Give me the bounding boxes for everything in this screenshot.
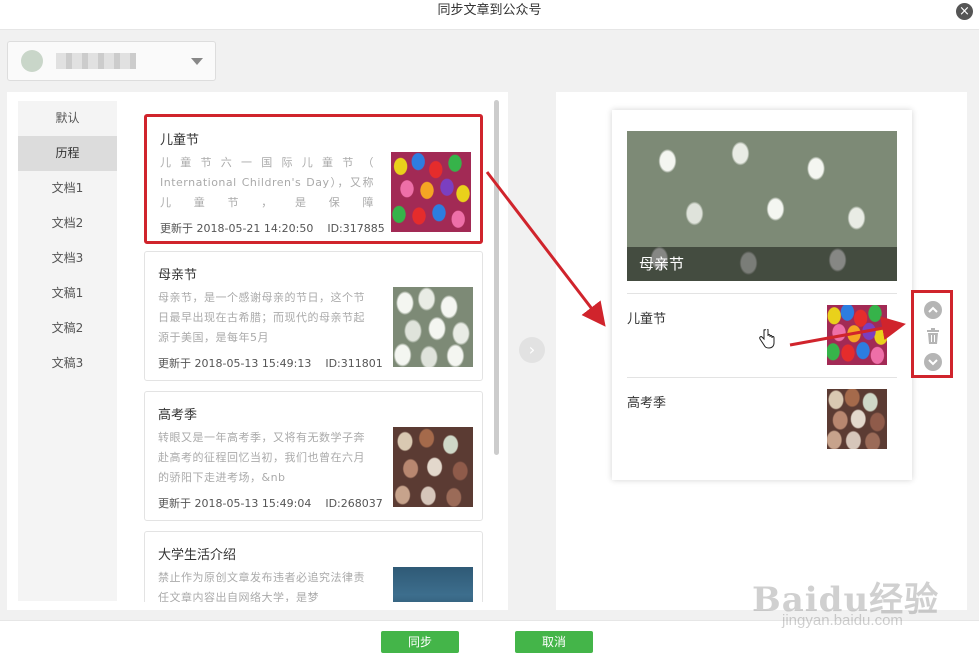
article-title: 高考季	[158, 408, 198, 423]
article-digest: 转眼又是一年高考季，又将有无数学子奔赴高考的征程回忆当初，我们也曾在六月的骄阳下…	[158, 431, 365, 484]
account-dropdown[interactable]: ▪▪▪▪▪▪	[7, 41, 216, 81]
hand-cursor-icon	[759, 328, 775, 354]
category-item-doc3[interactable]: 文档3	[18, 241, 117, 276]
account-name: ▪▪▪▪▪▪	[56, 53, 136, 69]
category-item-default[interactable]: 默认	[18, 101, 117, 136]
article-thumbnail	[393, 567, 473, 602]
watermark: Baidu经验 jingyan.baidu.com	[752, 572, 939, 629]
article-updated: 更新于 2018-05-13 15:49:04	[158, 497, 312, 510]
chevron-right-icon[interactable]: ›	[519, 337, 545, 363]
preview-item-thumbnail	[827, 389, 887, 449]
category-item-doc2[interactable]: 文档2	[18, 206, 117, 241]
article-card[interactable]: 儿童节 儿 童 节 六 一 国 际 儿 童 节 （ International …	[144, 114, 483, 244]
category-item-doc1[interactable]: 文档1	[18, 171, 117, 206]
article-digest: 母亲节，是一个感谢母亲的节日，这个节日最早出现在古希腊；而现代的母亲节起源于美国…	[158, 291, 365, 344]
article-id: ID:268037	[325, 497, 383, 510]
article-thumbnail	[391, 152, 471, 232]
article-id: ID:311801	[325, 357, 383, 370]
article-meta: 更新于 2018-05-13 15:49:13 ID:311801	[158, 355, 383, 371]
article-updated: 更新于 2018-05-13 15:49:13	[158, 357, 312, 370]
category-item-draft2[interactable]: 文稿2	[18, 311, 117, 346]
cover-title: 母亲节	[627, 247, 897, 281]
category-item-history[interactable]: 历程	[18, 136, 117, 171]
up-chevron-icon[interactable]	[924, 301, 942, 319]
window-title: 同步文章到公众号	[437, 3, 542, 18]
article-title: 大学生活介绍	[158, 548, 237, 563]
item-controls	[911, 290, 953, 378]
article-title: 母亲节	[158, 268, 198, 283]
article-updated: 更新于 2018-05-21 14:20:50	[160, 222, 314, 235]
cancel-button[interactable]: 取消	[515, 631, 593, 653]
category-item-draft3[interactable]: 文稿3	[18, 346, 117, 381]
trash-icon[interactable]	[924, 327, 942, 345]
article-list: 儿童节 儿 童 节 六 一 国 际 儿 童 节 （ International …	[144, 92, 485, 602]
preview-item-thumbnail	[827, 305, 887, 365]
category-list: 默认 历程 文档1 文档2 文档3 文稿1 文稿2 文稿3	[18, 101, 117, 601]
article-title: 儿童节	[160, 133, 200, 148]
close-icon[interactable]: ×	[956, 3, 973, 20]
article-thumbnail	[393, 287, 473, 367]
preview-item-title: 儿童节	[627, 312, 667, 327]
article-meta: 更新于 2018-05-21 14:20:50 ID:317885	[160, 220, 385, 236]
preview-card: 母亲节 儿童节 高考季	[612, 110, 912, 480]
cover-article[interactable]: 母亲节	[627, 131, 897, 281]
article-digest: 禁止作为原创文章发布违者必追究法律责任文章内容出自网络大学，是梦	[158, 571, 365, 602]
watermark-url: jingyan.baidu.com	[782, 612, 903, 629]
article-id: ID:317885	[327, 222, 385, 235]
sync-button[interactable]: 同步	[381, 631, 459, 653]
preview-item-title: 高考季	[627, 396, 667, 411]
article-card[interactable]: 母亲节 母亲节，是一个感谢母亲的节日，这个节日最早出现在古希腊；而现代的母亲节起…	[144, 251, 483, 381]
article-card[interactable]: 大学生活介绍 禁止作为原创文章发布违者必追究法律责任文章内容出自网络大学，是梦	[144, 531, 483, 602]
title-bar: 同步文章到公众号 ×	[0, 0, 979, 30]
article-digest: 儿 童 节 六 一 国 际 儿 童 节 （ International Chil…	[160, 156, 374, 209]
preview-item[interactable]: 高考季	[627, 377, 897, 461]
article-meta: 更新于 2018-05-13 15:49:04 ID:268037	[158, 495, 383, 511]
category-item-draft1[interactable]: 文稿1	[18, 276, 117, 311]
article-browser: 默认 历程 文档1 文档2 文档3 文稿1 文稿2 文稿3 儿童节 儿 童 节 …	[7, 92, 508, 610]
article-card[interactable]: 高考季 转眼又是一年高考季，又将有无数学子奔赴高考的征程回忆当初，我们也曾在六月…	[144, 391, 483, 521]
down-chevron-icon[interactable]	[924, 353, 942, 371]
article-thumbnail	[393, 427, 473, 507]
chevron-down-icon	[191, 58, 203, 65]
article-list-scrollbar[interactable]	[494, 100, 499, 455]
avatar	[21, 50, 43, 72]
